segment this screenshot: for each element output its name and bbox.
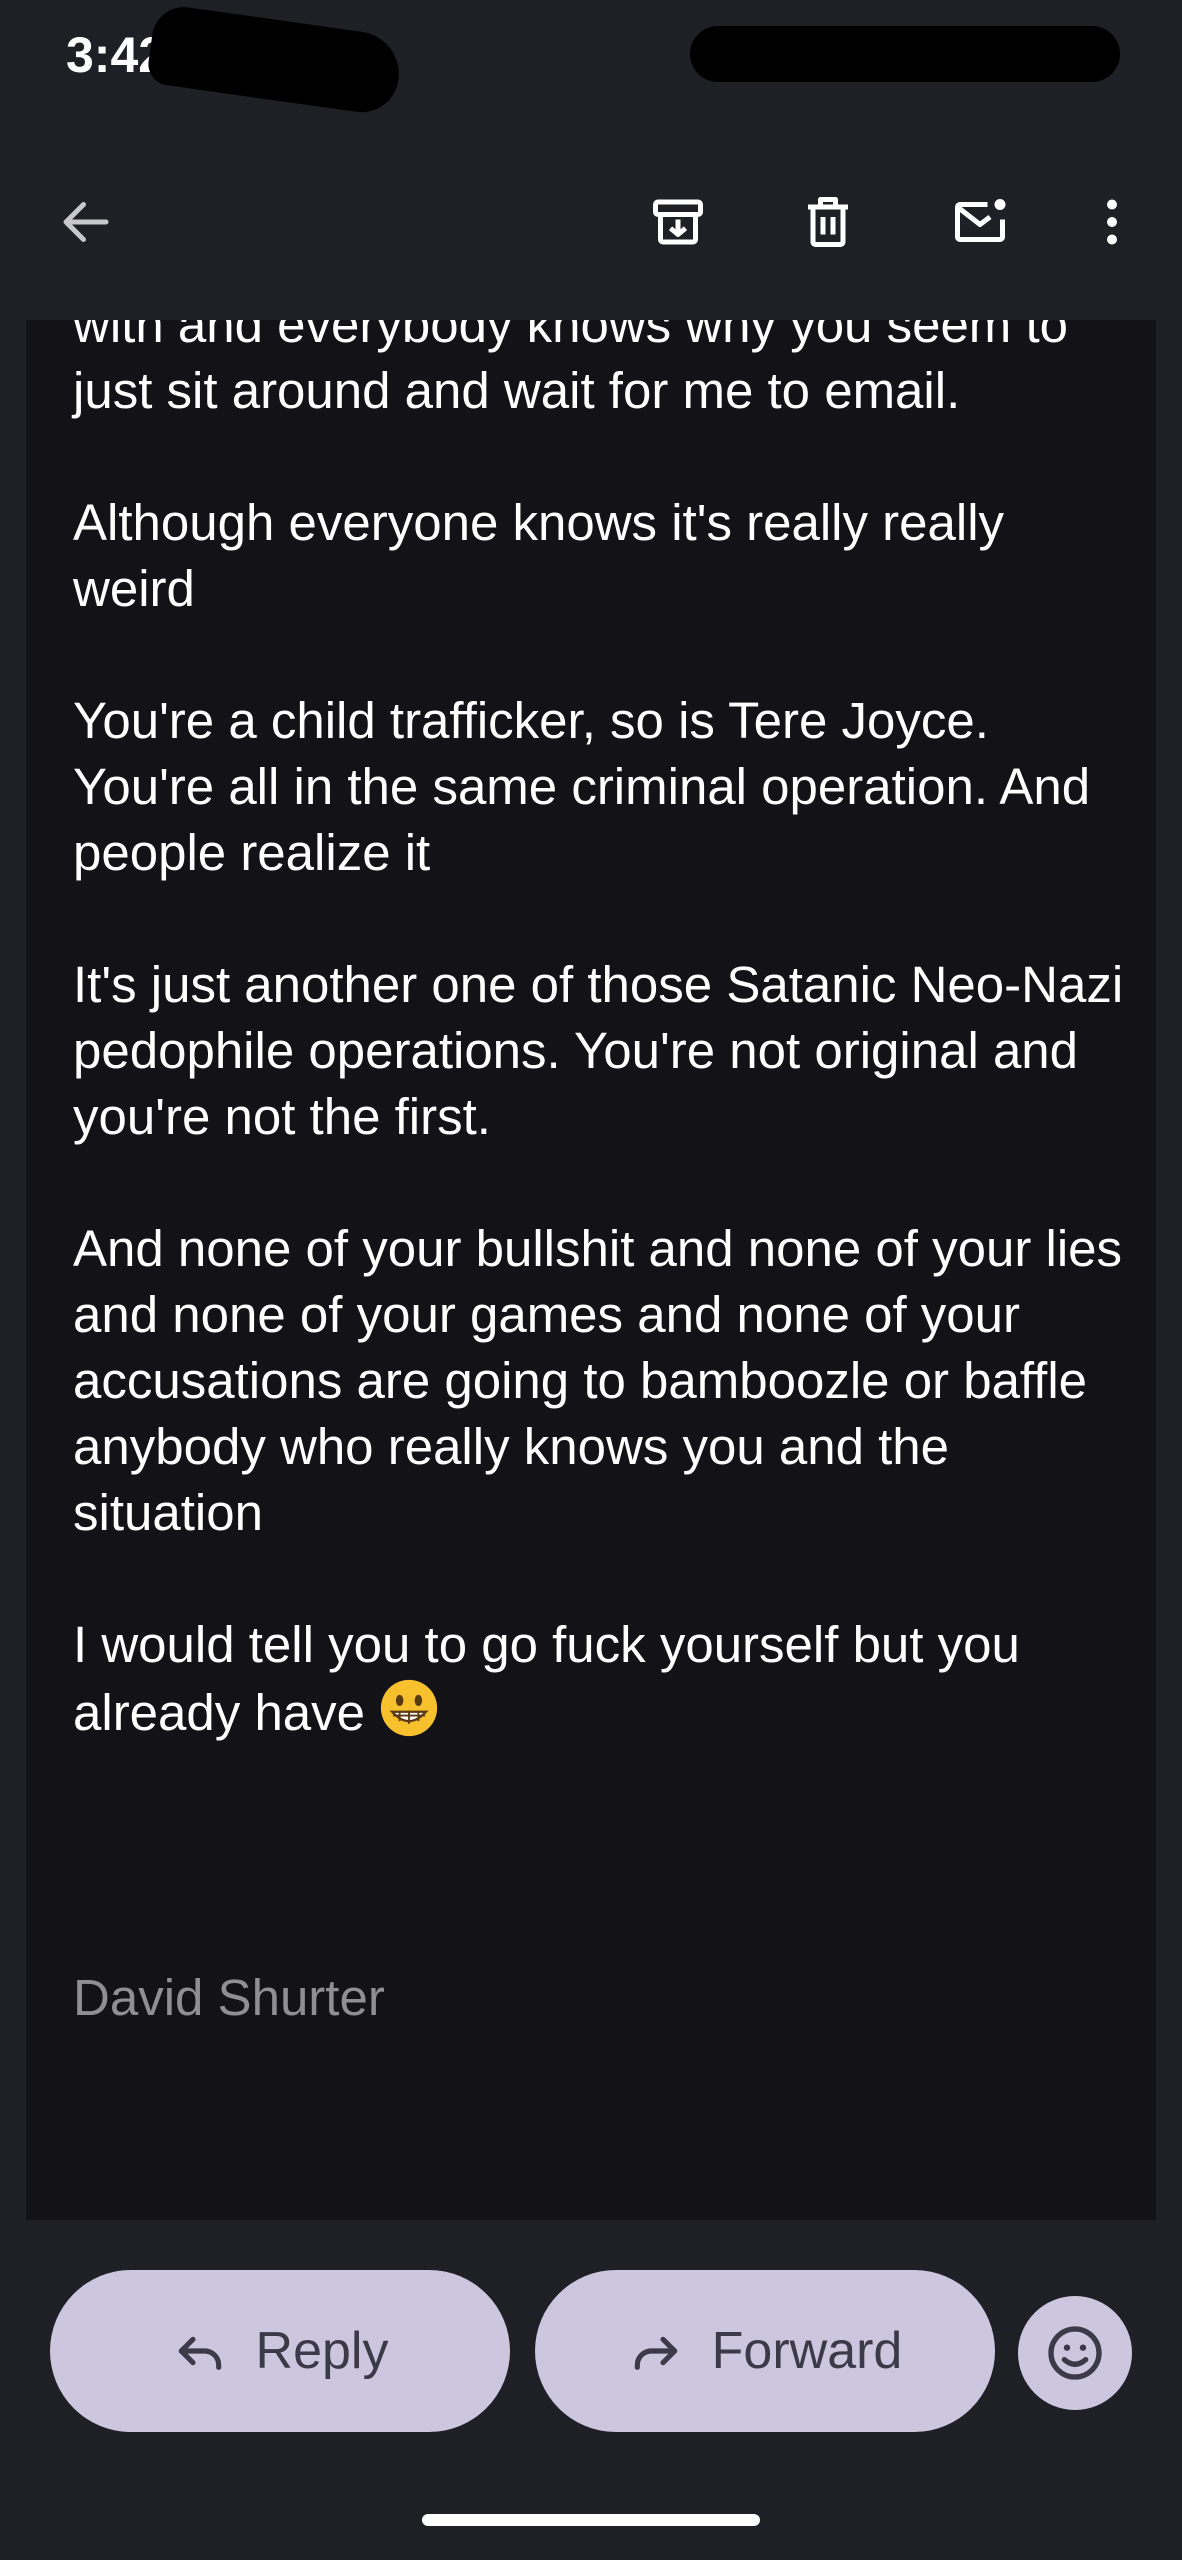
archive-icon (653, 199, 703, 245)
forward-label: Forward (711, 2322, 903, 2380)
more-options-button[interactable] (1070, 180, 1154, 264)
status-bar: 3:42 (0, 0, 1182, 120)
forward-button[interactable]: Forward (535, 2270, 995, 2432)
redaction-mark (145, 2, 405, 118)
grinning-face-emoji-icon (381, 1679, 438, 1737)
email-body: with and everybody knows why you seem to… (73, 320, 1133, 1812)
mark-unread-button[interactable] (938, 180, 1022, 264)
mail-unread-icon (955, 199, 1006, 242)
delete-button[interactable] (786, 180, 870, 264)
emoji-reaction-icon (1048, 2326, 1102, 2380)
trash-icon (808, 197, 848, 247)
archive-button[interactable] (636, 180, 720, 264)
reply-icon (178, 2336, 221, 2370)
forward-icon (634, 2336, 677, 2370)
redaction-mark (690, 26, 1120, 82)
home-indicator[interactable] (422, 2514, 760, 2526)
email-signature: David Shurter (73, 1969, 385, 2026)
arrow-left-icon (63, 202, 109, 242)
email-paragraph: And none of your bullshit and none of yo… (73, 1220, 1123, 1541)
reply-label: Reply (255, 2322, 389, 2380)
back-button[interactable] (44, 180, 128, 264)
action-bar: Reply Forward (0, 2220, 1182, 2560)
email-paragraph-text: I would tell you to go fuck yourself but… (73, 1616, 1020, 1741)
more-vertical-icon (1107, 199, 1117, 245)
reply-button[interactable]: Reply (50, 2270, 510, 2432)
email-paragraph: You're a child trafficker, so is Tere Jo… (73, 692, 1091, 881)
email-content: with and everybody knows why you seem to… (26, 320, 1156, 2220)
email-paragraph: It's just another one of those Satanic N… (73, 956, 1124, 1145)
email-paragraph: with and everybody knows why you seem to… (73, 320, 1068, 419)
emoji-reaction-button[interactable] (1018, 2296, 1132, 2410)
email-toolbar (0, 120, 1182, 320)
email-paragraph: Although everyone knows it's really real… (73, 494, 1005, 617)
email-paragraph-last: I would tell you to go fuck yourself but… (73, 1612, 1133, 1746)
